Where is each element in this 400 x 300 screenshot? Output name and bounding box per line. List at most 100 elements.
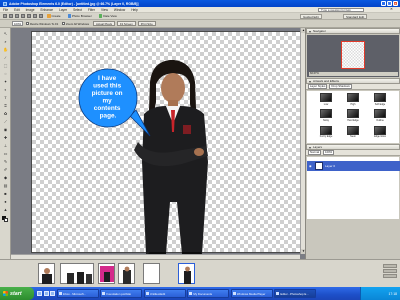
document-canvas[interactable]: I have used this picture on my contents …: [31, 31, 301, 254]
taskbar-item[interactable]: Windows Media Player: [230, 289, 273, 298]
shape-tool-icon[interactable]: ■: [3, 191, 8, 196]
close-document-button[interactable]: ✕: [390, 7, 393, 11]
new-file-icon[interactable]: [3, 14, 7, 18]
bin-scroll-up-button[interactable]: [383, 264, 397, 268]
bin-thumbnail[interactable]: [98, 263, 115, 284]
marquee-tool-icon[interactable]: ⬚: [3, 63, 8, 68]
effects-palette-header[interactable]: Artwork and Effects: [306, 78, 400, 84]
effect-item[interactable]: Edge Glow: [367, 125, 393, 141]
task-label: Foundation portfolio: [106, 291, 132, 296]
help-search-input[interactable]: Type a question for help: [318, 7, 364, 13]
layer-row-layer-0[interactable]: ◉ Layer 0: [307, 161, 400, 171]
clone-stamp-tool-icon[interactable]: ⊥: [3, 143, 8, 148]
hand-tool-icon[interactable]: ✋: [3, 47, 8, 52]
bin-thumbnail[interactable]: [143, 263, 160, 284]
minimize-button[interactable]: _: [381, 1, 386, 6]
guided-edit-button[interactable]: Guided Edit: [300, 14, 322, 19]
effect-item[interactable]: Low: [313, 93, 339, 108]
quick-launch-media-icon[interactable]: [50, 291, 55, 296]
menu-help[interactable]: Help: [131, 8, 138, 12]
brush-tool-icon[interactable]: ✐: [3, 167, 8, 172]
zoom-level-field[interactable]: 100%: [12, 21, 24, 26]
taskbar-item[interactable]: Foundation portfolio: [100, 289, 142, 298]
email-icon[interactable]: [27, 14, 31, 18]
taskbar-item[interactable]: My Documents: [187, 289, 229, 298]
effect-item[interactable]: High: [340, 93, 366, 108]
bin-scroll-down-button[interactable]: [383, 269, 397, 273]
quick-launch-desktop-icon[interactable]: [43, 291, 49, 296]
taskbar-item[interactable]: Untitled-Edit: [143, 289, 186, 298]
type-tool-icon[interactable]: T: [3, 95, 8, 100]
magic-wand-tool-icon[interactable]: ✦: [3, 79, 8, 84]
resize-windows-checkbox[interactable]: Resize Windows To Fit: [26, 22, 58, 26]
menu-window[interactable]: Window: [114, 8, 125, 12]
bin-thumbnail[interactable]: [118, 263, 135, 284]
save-icon[interactable]: [15, 14, 19, 18]
print-size-button[interactable]: Print Size: [137, 21, 156, 26]
healing-brush-tool-icon[interactable]: ✚: [3, 135, 8, 140]
menu-select[interactable]: Select: [73, 8, 82, 12]
quick-launch-browser-icon[interactable]: [37, 291, 42, 296]
effect-item[interactable]: Neon: [340, 125, 366, 141]
eraser-tool-icon[interactable]: ▭: [3, 151, 8, 156]
actual-pixels-button[interactable]: Actual Pixels: [93, 21, 116, 26]
taskbar-item-active[interactable]: Editor - Photoshop E...: [274, 289, 316, 298]
gradient-tool-icon[interactable]: ▤: [3, 183, 8, 188]
navigator-palette-header[interactable]: Navigator: [306, 28, 400, 34]
date-view-button[interactable]: Date View: [97, 14, 119, 19]
maximize-button[interactable]: □: [387, 1, 392, 6]
standard-edit-button[interactable]: Standard Edit: [343, 14, 368, 19]
lasso-tool-icon[interactable]: ◌: [3, 71, 8, 76]
effect-item[interactable]: Hard Edge: [340, 109, 366, 124]
pencil-tool-icon[interactable]: ✎: [3, 159, 8, 164]
create-button[interactable]: Create: [45, 14, 63, 19]
bin-thumbnail-selected[interactable]: [178, 263, 195, 284]
selection-brush-tool-icon[interactable]: ◐: [3, 87, 8, 92]
effects-filter-select[interactable]: Drop Shadows: [329, 84, 352, 89]
eyedropper-tool-icon[interactable]: ⁄: [3, 55, 8, 60]
start-button[interactable]: start: [0, 287, 34, 300]
photo-browser-button[interactable]: Photo Browser: [66, 14, 94, 19]
close-button[interactable]: ✕: [393, 1, 398, 6]
menu-view[interactable]: View: [101, 8, 108, 12]
open-file-icon[interactable]: [9, 14, 13, 18]
print-icon[interactable]: [21, 14, 25, 18]
straighten-tool-icon[interactable]: ⟋: [3, 119, 8, 124]
bin-thumbnail[interactable]: [60, 263, 94, 284]
blend-mode-select[interactable]: Normal: [308, 150, 322, 155]
navigator-preview[interactable]: 66.67%: [307, 35, 399, 77]
menu-filter[interactable]: Filter: [88, 8, 95, 12]
redo-icon[interactable]: [39, 14, 43, 18]
opacity-field[interactable]: 100%: [323, 150, 335, 155]
red-eye-tool-icon[interactable]: ◉: [3, 127, 8, 132]
effects-category-select[interactable]: Layer Styles: [308, 84, 328, 89]
menu-layer[interactable]: Layer: [59, 8, 67, 12]
bin-options-button[interactable]: [383, 274, 397, 278]
crop-tool-icon[interactable]: ⌗: [3, 103, 8, 108]
sponge-tool-icon[interactable]: ▲: [3, 207, 8, 212]
taskbar-item[interactable]: Inbox - Microsoft...: [56, 289, 99, 298]
background-color-swatch[interactable]: [4, 218, 8, 222]
menu-edit[interactable]: Edit: [14, 8, 20, 12]
zoom-all-windows-checkbox[interactable]: Zoom All Windows: [62, 22, 89, 26]
layers-palette-header[interactable]: Layers: [306, 144, 400, 150]
bin-thumbnail[interactable]: [38, 263, 55, 284]
menu-file[interactable]: File: [3, 8, 8, 12]
zoom-tool-icon[interactable]: ⌕: [3, 39, 8, 44]
menu-enhance[interactable]: Enhance: [41, 8, 54, 12]
effect-item[interactable]: Noisy: [313, 109, 339, 124]
tray-clock[interactable]: 17:18: [389, 292, 398, 296]
navigator-view-frame[interactable]: [341, 41, 365, 69]
effect-item[interactable]: Fuzzy Edge: [313, 125, 339, 141]
menu-image[interactable]: Image: [26, 8, 35, 12]
cookie-cutter-tool-icon[interactable]: ✿: [3, 111, 8, 116]
effect-item[interactable]: Outline: [367, 109, 393, 124]
visibility-eye-icon[interactable]: ◉: [309, 164, 313, 168]
effect-item[interactable]: Soft Edge: [367, 93, 393, 108]
undo-icon[interactable]: [33, 14, 37, 18]
blur-tool-icon[interactable]: ●: [3, 199, 8, 204]
paint-bucket-tool-icon[interactable]: ◆: [3, 175, 8, 180]
navigator-zoom[interactable]: 66.67%: [309, 72, 398, 76]
fit-screen-button[interactable]: Fit Screen: [117, 21, 136, 26]
move-tool-icon[interactable]: ↖: [3, 31, 8, 36]
